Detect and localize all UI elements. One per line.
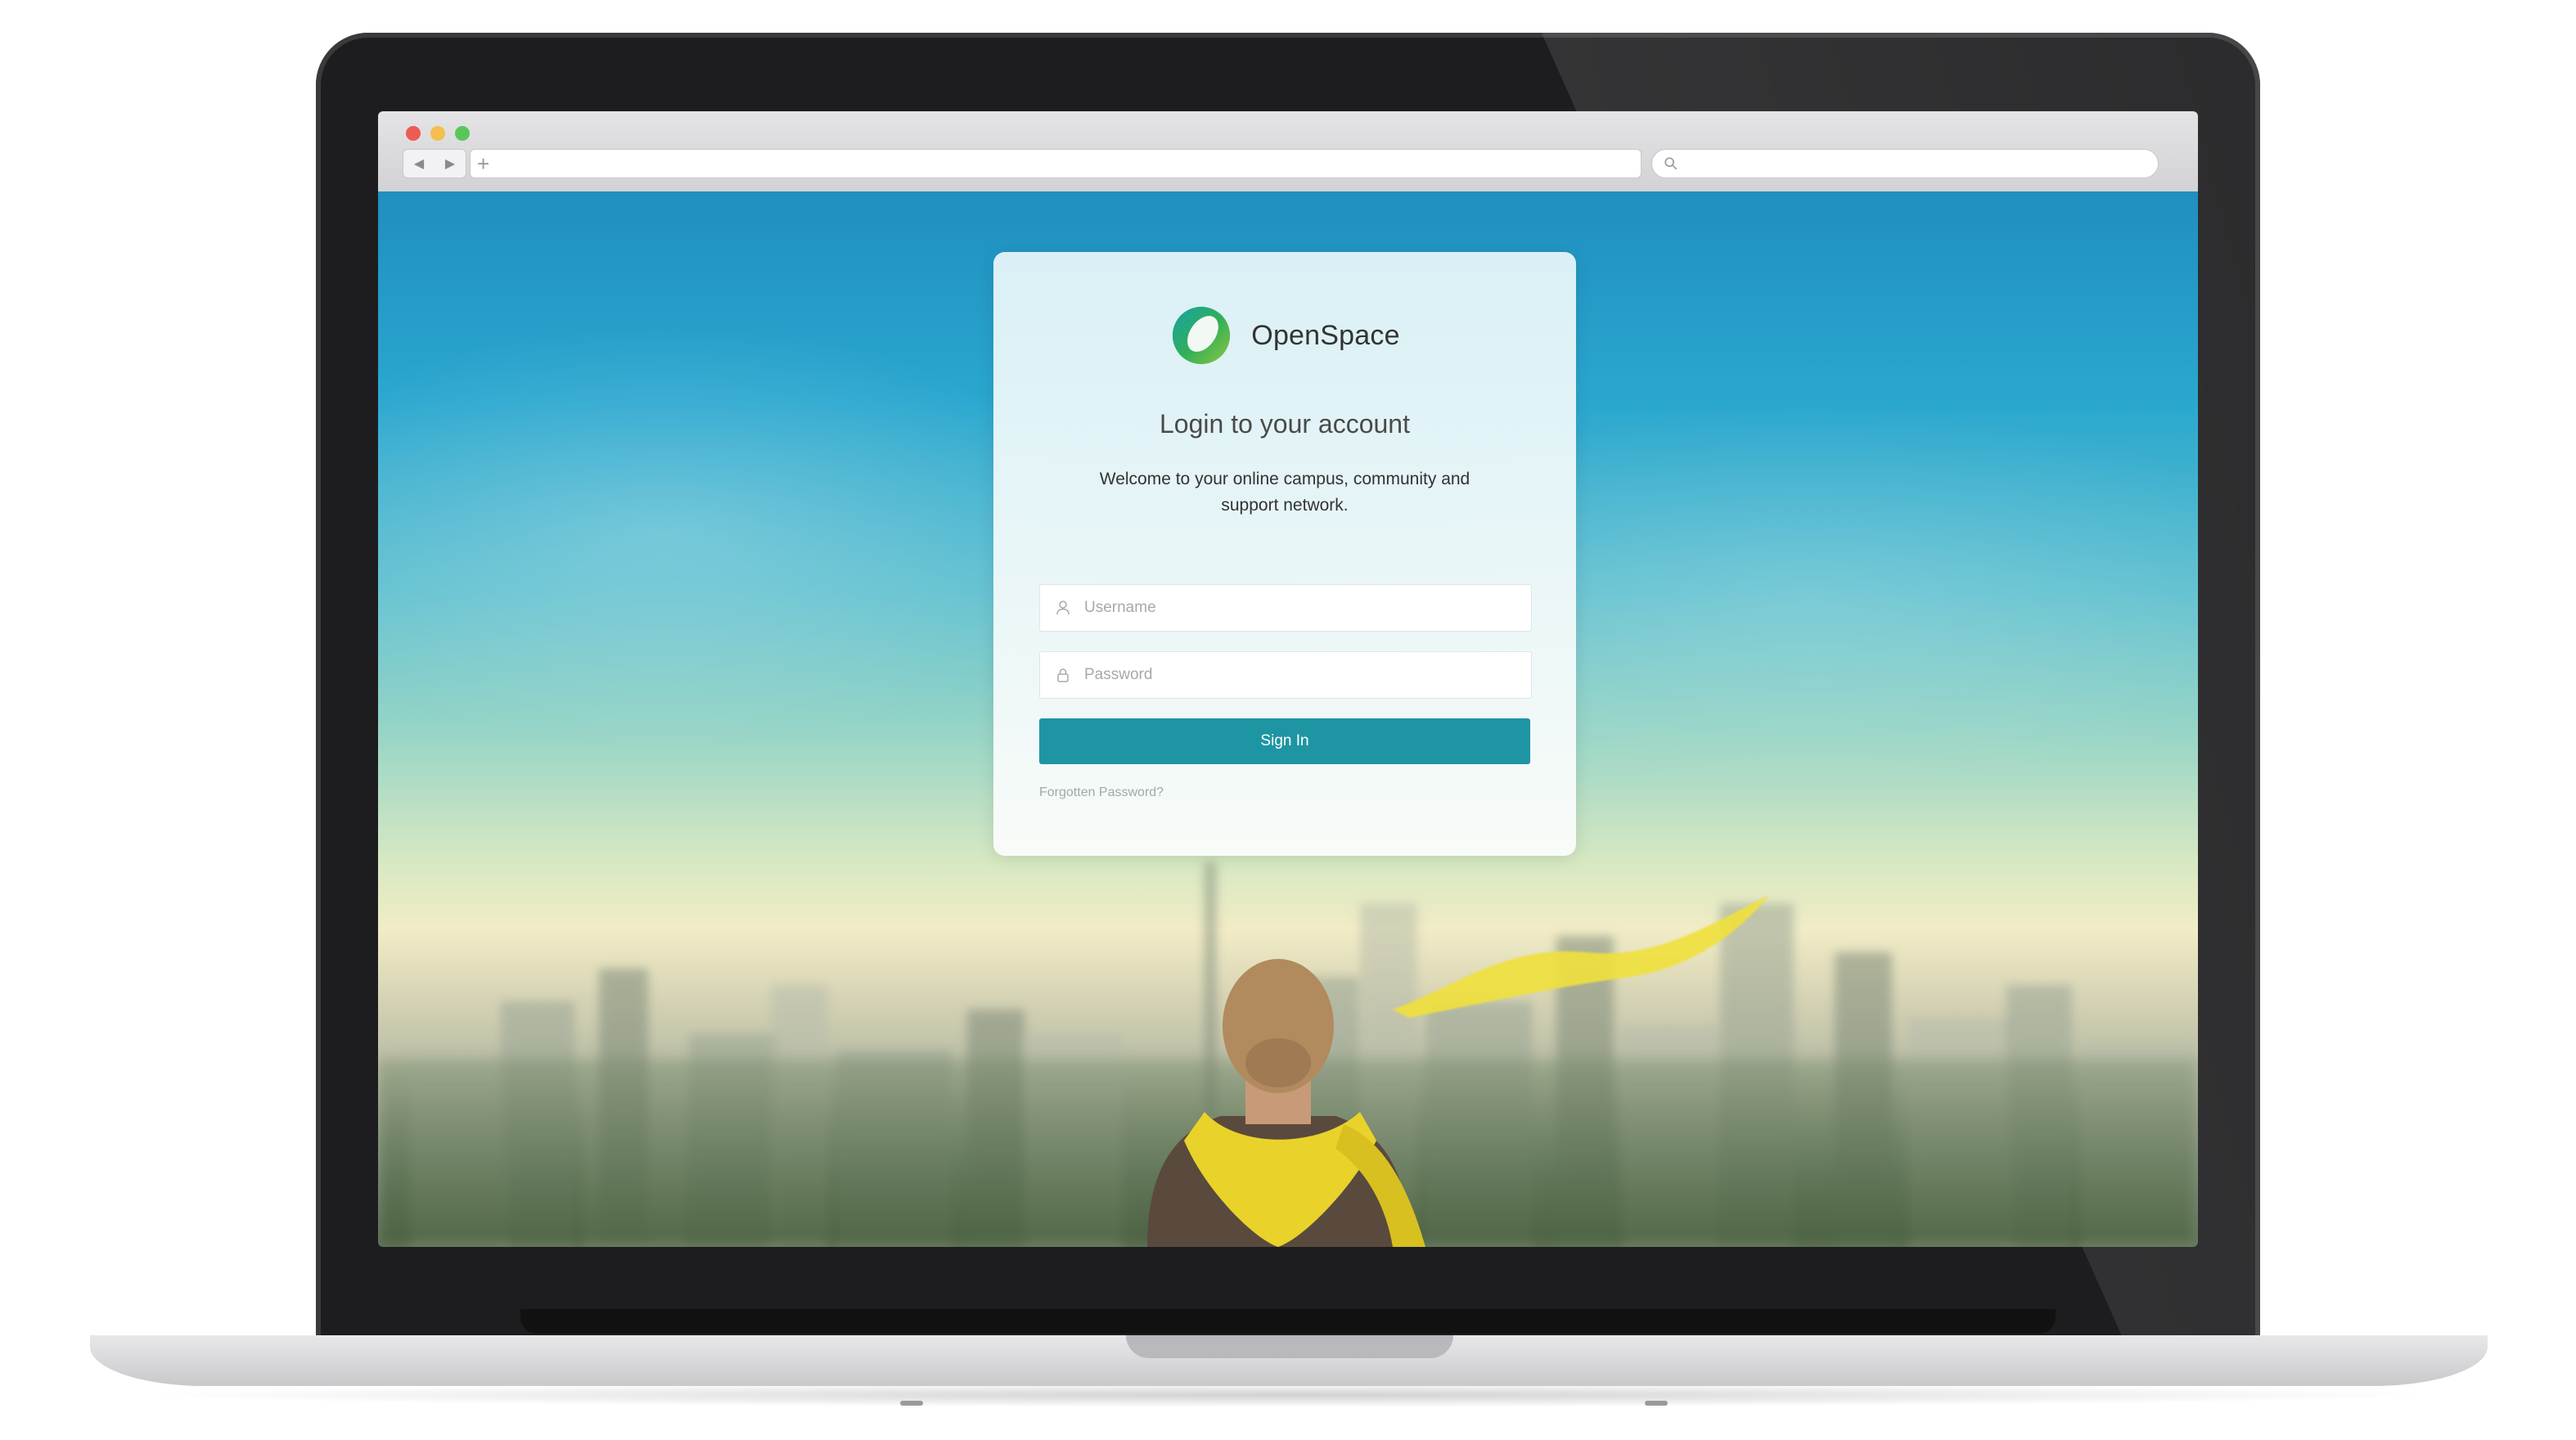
laptop-hinge bbox=[520, 1309, 2056, 1334]
laptop-foot bbox=[900, 1401, 923, 1406]
close-window-button[interactable] bbox=[406, 126, 421, 141]
password-input[interactable] bbox=[1083, 652, 1520, 698]
openspace-logo-icon bbox=[1173, 306, 1231, 365]
flying-scarf bbox=[1393, 895, 1769, 1018]
forgotten-password-link[interactable]: Forgotten Password? bbox=[1039, 785, 1164, 800]
forward-icon[interactable]: ▶ bbox=[445, 155, 455, 172]
username-input[interactable] bbox=[1083, 585, 1520, 631]
browser-toolbar: ◀ ▶ + bbox=[378, 111, 2198, 192]
page-viewport: OpenSpace Login to your account Welcome … bbox=[378, 191, 2198, 1247]
browser-nav-buttons: ◀ ▶ bbox=[403, 149, 466, 178]
minimize-window-button[interactable] bbox=[430, 126, 445, 141]
zoom-window-button[interactable] bbox=[455, 126, 470, 141]
lock-icon bbox=[1057, 668, 1069, 682]
new-tab-icon[interactable]: + bbox=[477, 151, 489, 176]
address-bar[interactable]: + bbox=[470, 149, 1642, 178]
search-icon bbox=[1664, 157, 1678, 170]
laptop-shadow bbox=[131, 1383, 2447, 1407]
laptop-foot bbox=[1645, 1401, 1668, 1406]
browser-search-bar[interactable] bbox=[1651, 149, 2159, 178]
password-field bbox=[1039, 651, 1532, 699]
user-icon bbox=[1056, 601, 1070, 615]
laptop-open-notch bbox=[1126, 1335, 1453, 1358]
back-icon[interactable]: ◀ bbox=[414, 155, 424, 172]
login-title: Login to your account bbox=[1160, 409, 1410, 439]
username-field bbox=[1039, 584, 1532, 632]
laptop-screen: ◀ ▶ + OpenSpace Login to your account We… bbox=[378, 111, 2198, 1247]
login-card: OpenSpace Login to your account Welcome … bbox=[993, 252, 1576, 856]
sign-in-button[interactable]: Sign In bbox=[1039, 718, 1530, 764]
brand-header: OpenSpace bbox=[993, 303, 1576, 368]
login-subtitle: Welcome to your online campus, community… bbox=[1099, 470, 1470, 515]
brand-name: OpenSpace bbox=[1251, 319, 1400, 351]
